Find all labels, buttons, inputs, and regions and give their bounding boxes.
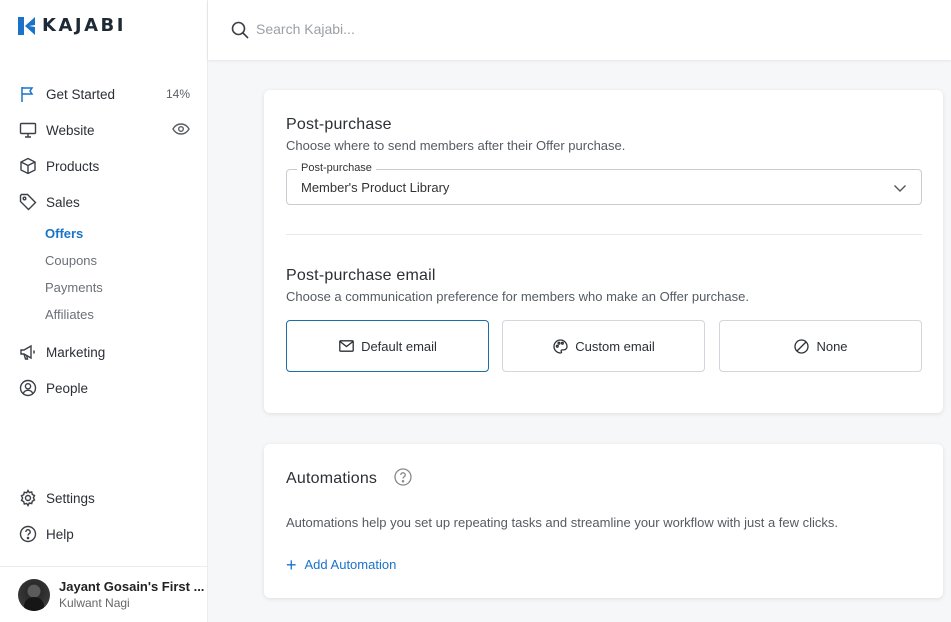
select-value: Member's Product Library xyxy=(301,180,450,195)
account-user: Kulwant Nagi xyxy=(59,595,130,610)
top-bar xyxy=(208,0,951,60)
sidebar-item-label: Sales xyxy=(46,194,80,210)
sidebar-subitem-offers[interactable]: Offers xyxy=(0,220,208,247)
sidebar-item-website[interactable]: Website xyxy=(0,112,208,148)
block-icon xyxy=(793,338,809,354)
none-option[interactable]: None xyxy=(719,320,922,372)
bottom-nav: Settings Help xyxy=(0,480,208,552)
sidebar-item-label: Website xyxy=(46,122,95,138)
search-icon xyxy=(231,21,249,39)
sidebar-item-label: Help xyxy=(46,526,74,542)
custom-email-option[interactable]: Custom email xyxy=(502,320,705,372)
account-switcher[interactable]: Jayant Gosain's First ... Kulwant Nagi xyxy=(0,566,208,622)
sidebar-item-get-started[interactable]: Get Started 14% xyxy=(0,76,208,112)
chevron-down-icon xyxy=(894,185,906,192)
post-purchase-select[interactable]: Post-purchase Member's Product Library xyxy=(286,162,922,205)
avatar xyxy=(18,578,50,611)
sidebar-item-marketing[interactable]: Marketing xyxy=(0,334,208,370)
add-automation-label: Add Automation xyxy=(304,557,397,572)
plus-icon: + xyxy=(286,554,297,575)
account-name: Jayant Gosain's First ... xyxy=(59,578,205,594)
sidebar-item-label: Get Started xyxy=(46,86,116,102)
sidebar-item-help[interactable]: Help xyxy=(0,516,208,552)
kajabi-logo[interactable]: KAJABI xyxy=(18,15,126,36)
palette-icon xyxy=(552,338,568,354)
post-purchase-email-description: Choose a communication preference for me… xyxy=(286,289,749,304)
box-icon xyxy=(18,156,38,176)
sidebar-item-settings[interactable]: Settings xyxy=(0,480,208,516)
default-email-option[interactable]: Default email xyxy=(286,320,489,372)
search-input[interactable] xyxy=(256,16,656,42)
select-label: Post-purchase xyxy=(297,162,376,174)
post-purchase-description: Choose where to send members after their… xyxy=(286,138,626,153)
option-label: Default email xyxy=(361,338,437,354)
automations-card: Automations Automations help you set up … xyxy=(264,444,943,598)
option-label: Custom email xyxy=(575,338,655,354)
sidebar-item-products[interactable]: Products xyxy=(0,148,208,184)
help-circle-icon[interactable] xyxy=(394,468,412,486)
option-label: None xyxy=(816,338,848,354)
flag-icon xyxy=(18,84,38,104)
megaphone-icon xyxy=(18,342,38,362)
sidebar-item-label: Marketing xyxy=(46,344,106,360)
post-purchase-card: Post-purchase Choose where to send membe… xyxy=(264,90,943,413)
sidebar-subitem-payments[interactable]: Payments xyxy=(0,274,208,301)
post-purchase-title: Post-purchase xyxy=(286,116,392,133)
kajabi-logo-icon xyxy=(18,16,35,35)
progress-percent: 14% xyxy=(165,87,190,101)
automations-description: Automations help you set up repeating ta… xyxy=(286,515,839,530)
question-icon xyxy=(18,524,38,544)
sidebar-item-label: Settings xyxy=(46,490,95,506)
automations-title: Automations xyxy=(286,470,378,487)
brand-name: KAJABI xyxy=(42,15,126,36)
add-automation-button[interactable]: + Add Automation xyxy=(286,554,397,575)
sidebar-item-people[interactable]: People xyxy=(0,370,208,406)
main-nav: Get Started 14% Website Products Sales O… xyxy=(0,76,208,406)
sidebar-item-sales[interactable]: Sales xyxy=(0,184,208,220)
divider xyxy=(286,234,922,235)
gear-icon xyxy=(18,488,38,508)
sidebar-item-label: People xyxy=(46,380,89,396)
post-purchase-email-title: Post-purchase email xyxy=(286,267,436,284)
person-icon xyxy=(18,378,38,398)
eye-icon[interactable] xyxy=(172,122,190,139)
tag-icon xyxy=(18,192,38,212)
sidebar-subitem-coupons[interactable]: Coupons xyxy=(0,247,208,274)
sidebar-item-label: Products xyxy=(46,158,100,174)
monitor-icon xyxy=(18,120,38,140)
sidebar-subitem-affiliates[interactable]: Affiliates xyxy=(0,301,208,328)
envelope-icon xyxy=(338,338,354,354)
sidebar: KAJABI Get Started 14% Website Products xyxy=(0,0,208,622)
